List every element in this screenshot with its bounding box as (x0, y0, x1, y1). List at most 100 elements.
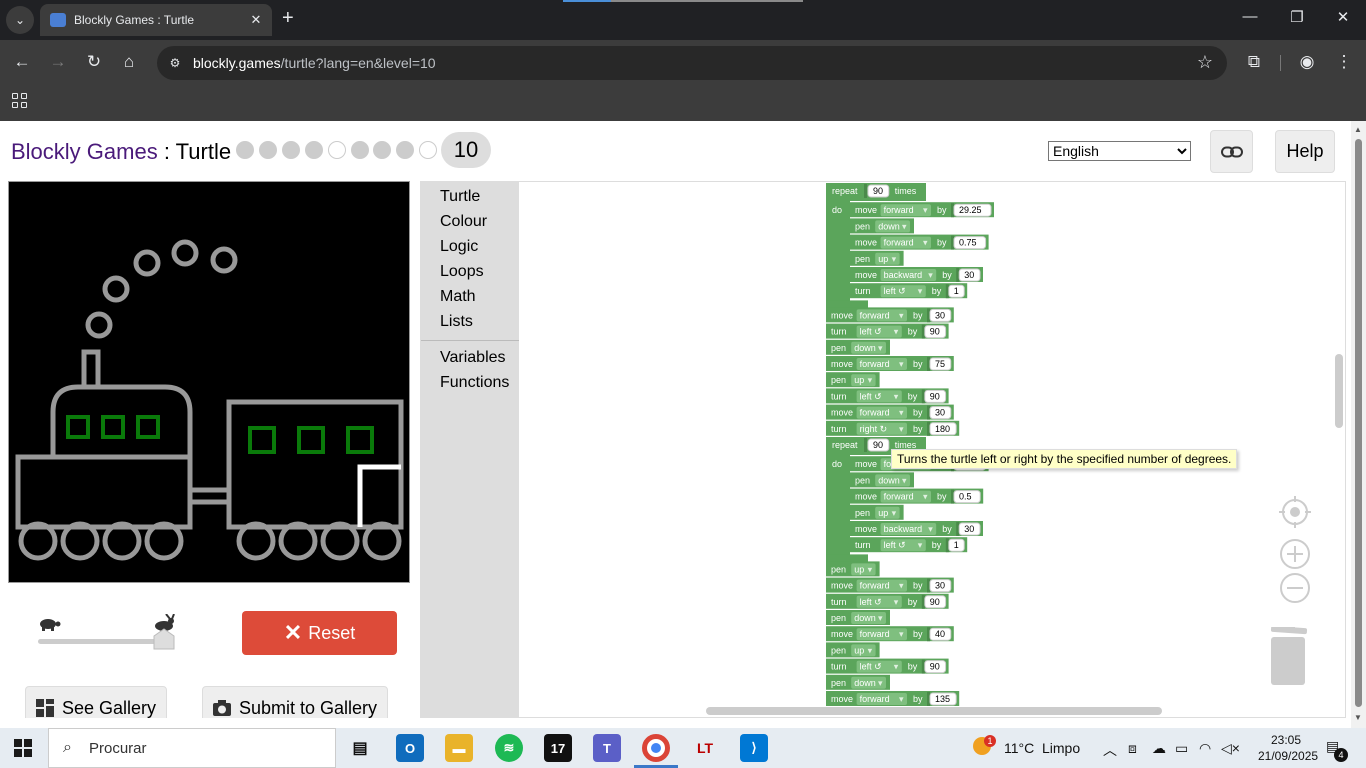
block-dropdown-label: forward (860, 581, 890, 591)
turn-block[interactable]: turn left ↺ ▾ by 90 (826, 593, 949, 609)
back-icon[interactable]: ← (10, 52, 34, 72)
level-dot-4[interactable] (304, 141, 323, 159)
block-dropdown-label: left ↺ (860, 662, 882, 672)
show-hidden-icons-chevron-icon[interactable]: ︿ (1103, 740, 1117, 760)
submit-gallery-button[interactable]: Submit to Gallery (202, 686, 388, 718)
language-select[interactable]: English (1048, 141, 1191, 161)
home-icon[interactable]: ⌂ (117, 52, 141, 72)
turn-block[interactable]: turn left ↺ ▾ by 90 (826, 323, 949, 339)
move-block[interactable]: move backward ▾ by 30 (850, 521, 983, 536)
see-gallery-button[interactable]: See Gallery (25, 686, 167, 718)
move-block[interactable]: move forward ▾ by 30 (826, 404, 954, 420)
browser-tab[interactable]: Blockly Games : Turtle ✕ (40, 4, 272, 36)
tray-app-icon[interactable]: ⧈ (1128, 740, 1137, 757)
menu-kebab-icon[interactable]: ⋮ (1332, 52, 1356, 72)
help-button[interactable]: Help (1275, 130, 1335, 173)
chrome-icon[interactable] (642, 734, 670, 762)
level-dot-7[interactable] (373, 141, 392, 159)
outlook-icon[interactable]: O (396, 734, 424, 762)
recenter-icon[interactable] (1279, 496, 1311, 528)
workspace-vertical-scrollbar[interactable] (1335, 354, 1343, 428)
restore-icon[interactable]: ❐ (1274, 8, 1320, 26)
site-info-icon[interactable]: ⚙ (165, 53, 185, 73)
page-vertical-scrollbar[interactable]: ▲ ▼ (1351, 121, 1366, 728)
new-tab-button[interactable]: + (282, 7, 294, 30)
volume-muted-icon[interactable]: ◁× (1221, 740, 1240, 757)
tab-search-button[interactable]: ⌄ (6, 6, 34, 34)
pen-block[interactable]: pen up ▾ (826, 642, 880, 658)
minimize-icon[interactable]: — (1227, 8, 1273, 25)
pen-block[interactable]: pen up ▾ (826, 372, 880, 388)
file-explorer-icon[interactable]: ▬ (445, 734, 473, 762)
weather-desc[interactable]: Limpo (1042, 740, 1080, 756)
move-block[interactable]: move forward ▾ by 29.25 (850, 202, 994, 218)
pen-block[interactable]: pen down ▾ (826, 339, 890, 355)
pen-block[interactable]: pen up ▾ (826, 561, 880, 577)
move-block[interactable]: move backward ▾ by 30 (850, 267, 983, 282)
zoom-out-icon[interactable] (1279, 572, 1311, 604)
turn-block[interactable]: turn left ↺ ▾ by 90 (826, 658, 949, 674)
profile-icon[interactable]: ◉ (1295, 52, 1319, 72)
vscode-icon[interactable]: ⟩ (740, 734, 768, 762)
reload-icon[interactable]: ↻ (82, 52, 106, 72)
dropdown-arrow-icon: ▾ (894, 662, 899, 672)
teams-icon[interactable]: T (593, 734, 621, 762)
trash-can-icon[interactable] (1267, 627, 1309, 687)
spotify-icon[interactable]: ≋ (495, 734, 523, 762)
link-button[interactable] (1210, 130, 1253, 173)
speed-track[interactable] (38, 639, 166, 644)
move-block[interactable]: move forward ▾ by 135 (826, 691, 960, 706)
blockly-games-link[interactable]: Blockly Games (11, 139, 158, 164)
pen-block[interactable]: pen down ▾ (850, 472, 914, 488)
pen-block[interactable]: pen down ▾ (850, 218, 914, 234)
workspace-horizontal-scrollbar[interactable] (706, 707, 1162, 715)
windows-start-icon[interactable] (14, 739, 32, 757)
pen-block[interactable]: pen up ▾ (850, 504, 904, 520)
taskbar-search-box[interactable]: ⌕ Procurar (48, 728, 336, 768)
level-dot-2[interactable] (258, 141, 277, 159)
weather-temp[interactable]: 11°C (1004, 740, 1034, 756)
task-view-icon[interactable]: ▤ (346, 734, 374, 762)
blockly-workspace[interactable]: Turtle Colour Logic Loops Math Lists Variables… (420, 181, 1346, 718)
scroll-down-arrow-icon[interactable]: ▼ (1354, 713, 1362, 722)
window-close-icon[interactable]: ✕ (1320, 8, 1366, 26)
pen-block[interactable]: pen up ▾ (850, 250, 904, 266)
taskbar-clock[interactable]: 23:05 21/09/2025 (1258, 732, 1318, 764)
level-dot-1[interactable] (236, 141, 254, 159)
zoom-in-icon[interactable] (1279, 538, 1311, 570)
bookmark-star-icon[interactable]: ☆ (1197, 52, 1213, 73)
speed-slider[interactable] (35, 614, 180, 656)
level-dot-9[interactable] (419, 141, 438, 159)
address-bar[interactable]: ⚙ blockly.games/turtle?lang=en&level=10 … (157, 46, 1227, 80)
turn-block[interactable]: turn left ↺ ▾ by 1 (850, 283, 968, 299)
apps-grid-icon[interactable] (12, 93, 28, 109)
move-block[interactable]: move forward ▾ by 0.75 (850, 234, 989, 250)
level-dot-6[interactable] (350, 141, 369, 159)
tradingview-icon[interactable]: 17 (544, 734, 572, 762)
forward-icon[interactable]: → (46, 52, 70, 72)
speed-knob[interactable] (153, 628, 175, 650)
url-text[interactable]: blockly.games/turtle?lang=en&level=10 (193, 55, 436, 71)
move-block[interactable]: move forward ▾ by 0.5 (850, 488, 984, 504)
move-block[interactable]: move forward ▾ by 30 (826, 307, 954, 323)
turn-block[interactable]: turn right ↻ ▾ by 180 (826, 420, 960, 436)
onedrive-icon[interactable]: ☁ (1152, 740, 1166, 757)
extensions-icon[interactable]: ⧉ (1242, 52, 1266, 72)
battery-icon[interactable]: ▭ (1175, 740, 1188, 757)
turn-block[interactable]: turn left ↺ ▾ by 1 (850, 537, 968, 553)
move-block[interactable]: move forward ▾ by 30 (826, 577, 954, 593)
pen-block[interactable]: pen down ▾ (826, 610, 890, 625)
lt-app-icon[interactable]: LT (691, 734, 719, 762)
reset-button[interactable]: ✕ Reset (242, 611, 397, 655)
wifi-icon[interactable]: ◠ (1199, 740, 1211, 757)
move-block[interactable]: move forward ▾ by 40 (826, 626, 954, 642)
tab-close-icon[interactable]: ✕ (246, 12, 266, 28)
level-dot-8[interactable] (396, 141, 415, 159)
scroll-up-arrow-icon[interactable]: ▲ (1354, 125, 1362, 134)
page-scroll-thumb[interactable] (1355, 139, 1362, 707)
pen-block[interactable]: pen down ▾ (826, 674, 890, 690)
level-dot-3[interactable] (281, 141, 300, 159)
level-dot-5[interactable] (327, 141, 346, 159)
turn-block[interactable]: turn left ↺ ▾ by 90 (826, 388, 949, 404)
move-block[interactable]: move forward ▾ by 75 (826, 356, 954, 371)
